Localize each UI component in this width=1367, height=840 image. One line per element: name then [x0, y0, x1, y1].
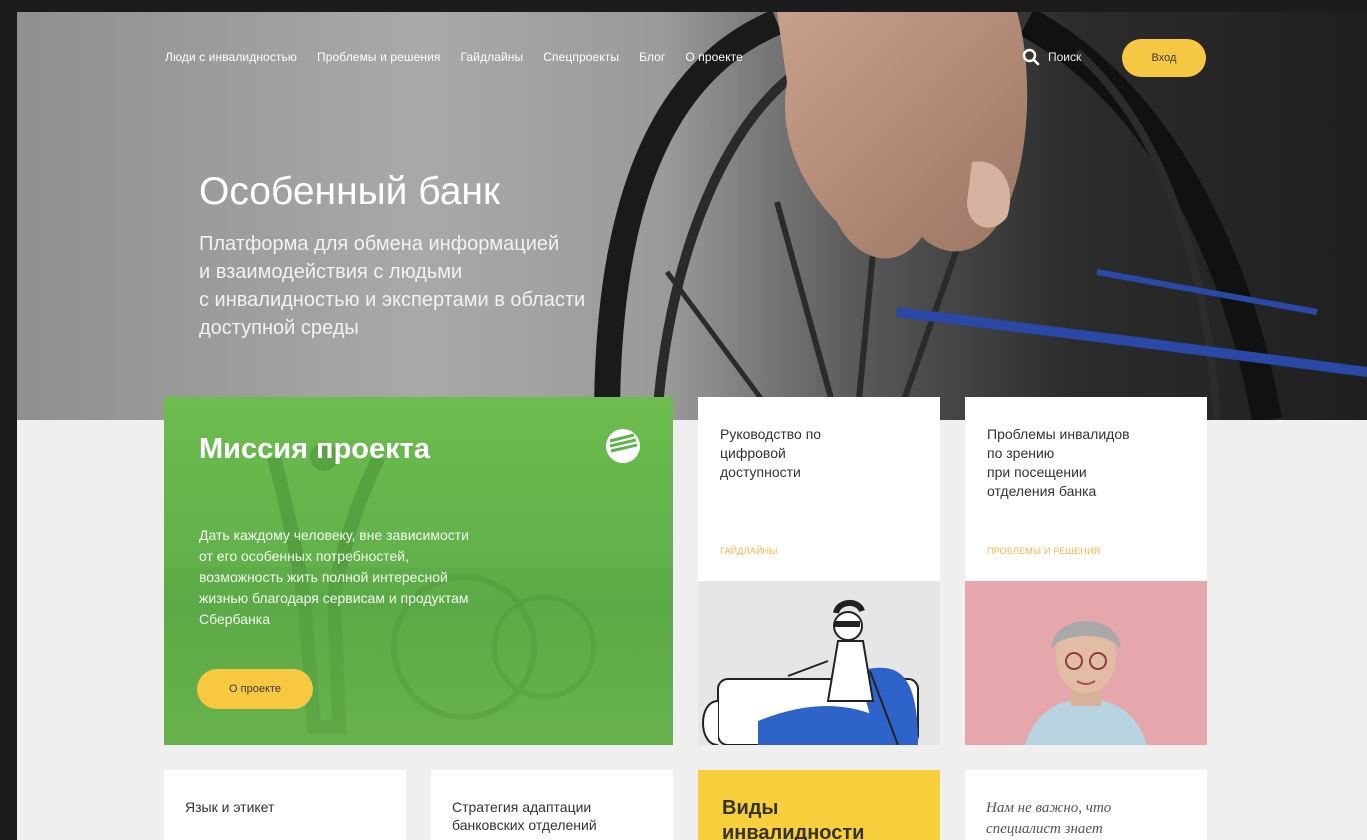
- card-tag: ГАЙДЛАЙНЫ: [720, 546, 778, 556]
- nav-item-people[interactable]: Люди с инвалидностью: [165, 50, 297, 64]
- nav-item-guidelines[interactable]: Гайдлайны: [461, 50, 524, 64]
- card-branch-adaptation[interactable]: Стратегия адаптации банковских отделений: [431, 770, 673, 840]
- main-navigation: Люди с инвалидностью Проблемы и решения …: [165, 50, 763, 64]
- photo-elderly-woman[interactable]: [965, 581, 1207, 745]
- card-tag: ПРОБЛЕМЫ И РЕШЕНИЯ: [987, 546, 1101, 556]
- search-label: Поиск: [1048, 50, 1082, 64]
- mission-title: Миссия проекта: [199, 433, 430, 465]
- card-language-etiquette[interactable]: Язык и этикет: [164, 770, 406, 840]
- blind-man-illustration: [698, 581, 940, 745]
- login-button[interactable]: Вход: [1122, 39, 1206, 77]
- nav-item-blog[interactable]: Блог: [639, 50, 665, 64]
- search-icon: [1022, 48, 1040, 66]
- illustration-blind-man-sofa[interactable]: [698, 581, 940, 745]
- search-control[interactable]: Поиск: [1022, 48, 1081, 66]
- card-title: Язык и этикет: [185, 799, 275, 815]
- hero-title: Особенный банк: [199, 170, 501, 213]
- mission-card: Миссия проекта Дать каждому человеку, вн…: [164, 397, 673, 745]
- mission-text: Дать каждому человеку, вне зависимости о…: [199, 527, 469, 627]
- card-disability-types[interactable]: Виды инвалидности: [698, 770, 940, 840]
- nav-item-problems[interactable]: Проблемы и решения: [317, 50, 441, 64]
- card-title: Проблемы инвалидов по зрению при посещен…: [987, 426, 1130, 499]
- card-title: Стратегия адаптации банковских отделений: [452, 799, 597, 833]
- card-digital-accessibility[interactable]: Руководство по цифровой доступности ГАЙД…: [698, 397, 940, 581]
- nav-item-about[interactable]: О проекте: [685, 50, 743, 64]
- about-project-button[interactable]: О проекте: [197, 669, 313, 709]
- sber-logo-icon: [606, 429, 640, 463]
- nav-item-specprojects[interactable]: Спецпроекты: [543, 50, 619, 64]
- card-title: Виды инвалидности: [722, 797, 865, 840]
- card-quote-text: Нам не важно, что специалист знает: [986, 800, 1112, 837]
- card-quote[interactable]: Нам не важно, что специалист знает: [965, 770, 1207, 840]
- elderly-woman-photo: [965, 581, 1207, 745]
- hero-banner: Люди с инвалидностью Проблемы и решения …: [17, 12, 1367, 420]
- card-title: Руководство по цифровой доступности: [720, 426, 822, 480]
- page-frame: Люди с инвалидностью Проблемы и решения …: [17, 12, 1367, 840]
- card-visual-impairment[interactable]: Проблемы инвалидов по зрению при посещен…: [965, 397, 1207, 581]
- hero-subtitle: Платформа для обмена информацией и взаим…: [199, 233, 586, 339]
